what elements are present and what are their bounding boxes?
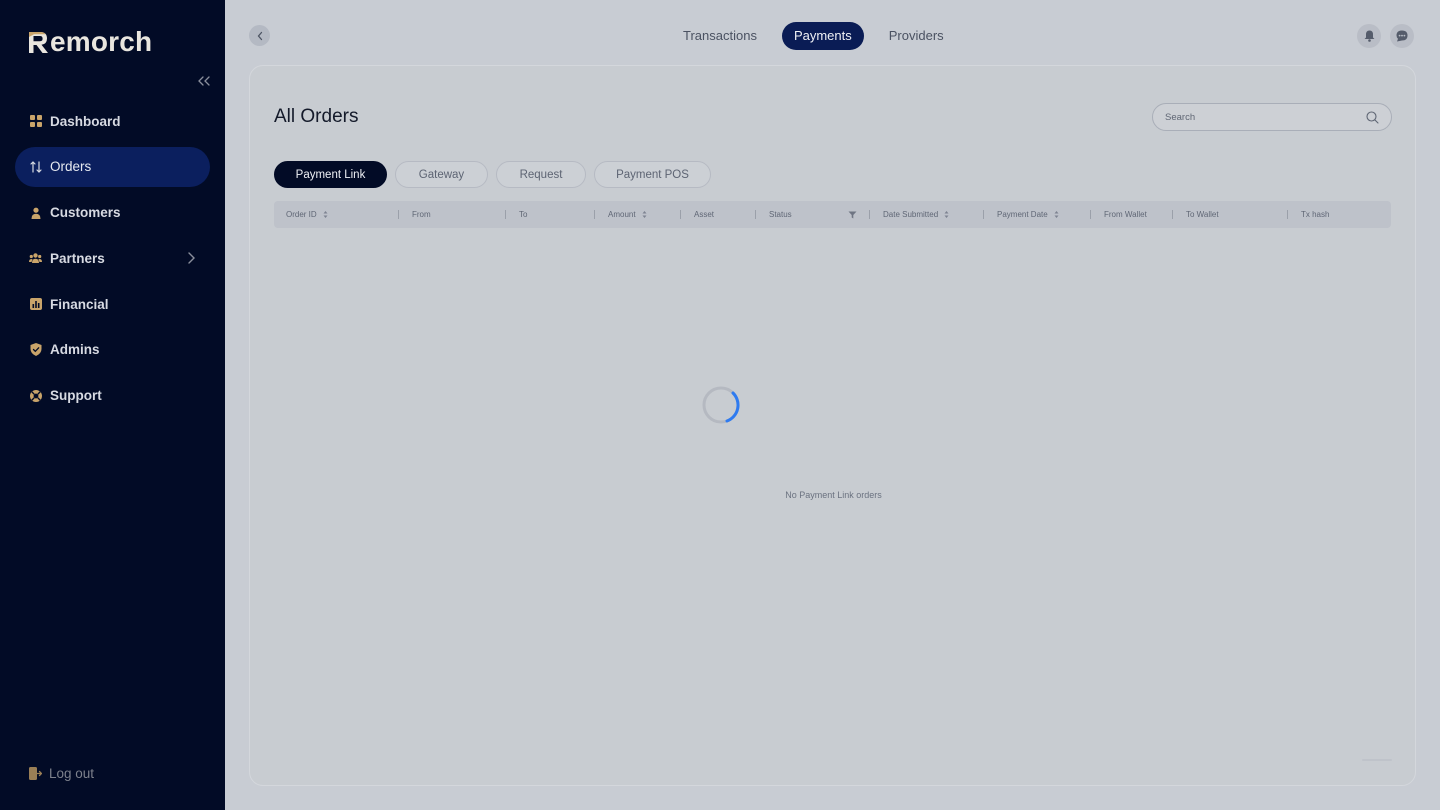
- order-type-tabs: Payment Link Gateway Request Payment POS: [274, 161, 719, 188]
- column-tx-hash: Tx hash: [1301, 201, 1329, 228]
- column-order-id[interactable]: Order ID: [286, 201, 328, 228]
- bell-icon: [1364, 30, 1374, 42]
- top-tabs: Transactions Payments Providers: [670, 22, 957, 50]
- column-label: Amount: [608, 210, 636, 219]
- tab-payment-link[interactable]: Payment Link: [274, 161, 387, 188]
- sidebar-item-support[interactable]: Support: [15, 376, 210, 416]
- column-label: To: [519, 210, 528, 219]
- search-icon[interactable]: [1366, 110, 1379, 124]
- user-icon: [29, 206, 42, 219]
- logout-label: Log out: [49, 766, 95, 781]
- sort-icon[interactable]: [944, 210, 949, 219]
- sidebar-item-label: Financial: [50, 296, 109, 312]
- chevron-right-icon: [188, 252, 195, 265]
- back-button[interactable]: [249, 25, 270, 46]
- column-label: Payment Date: [997, 210, 1048, 219]
- search-input[interactable]: [1165, 111, 1366, 123]
- sidebar-item-label: Support: [50, 388, 102, 404]
- arrows-updown-icon: [29, 160, 42, 173]
- orders-card: All Orders Payment Link Gateway Request …: [249, 65, 1416, 786]
- logo[interactable]: emorch: [27, 27, 152, 57]
- sort-icon[interactable]: [323, 210, 328, 219]
- chart-icon: [29, 298, 42, 311]
- sidebar-item-financial[interactable]: Financial: [15, 284, 210, 324]
- column-label: From: [412, 210, 431, 219]
- logo-mark-icon: [29, 32, 48, 53]
- column-to-wallet: To Wallet: [1186, 201, 1219, 228]
- filter-icon[interactable]: [848, 211, 857, 219]
- sidebar-item-label: Orders: [50, 159, 92, 175]
- sort-icon[interactable]: [642, 210, 647, 219]
- sidebar-item-label: Admins: [50, 342, 100, 358]
- sidebar-item-orders[interactable]: Orders: [15, 146, 210, 187]
- sidebar-item-label: Partners: [50, 250, 105, 266]
- column-payment-date[interactable]: Payment Date: [997, 201, 1059, 228]
- tab-payments[interactable]: Payments: [781, 22, 864, 50]
- shield-icon: [29, 343, 42, 357]
- column-divider: [398, 210, 399, 219]
- tab-transactions[interactable]: Transactions: [670, 22, 770, 50]
- chevron-left-icon: [257, 31, 262, 40]
- column-date-submitted[interactable]: Date Submitted: [883, 201, 949, 228]
- search-box: [1152, 103, 1392, 131]
- table-header: Order ID From To Amount Asset Status Dat…: [274, 201, 1391, 228]
- column-from-wallet: From Wallet: [1104, 201, 1147, 228]
- column-label: Status: [769, 210, 792, 219]
- column-divider: [1172, 210, 1173, 219]
- column-from: From: [412, 201, 431, 228]
- sort-icon[interactable]: [1054, 210, 1059, 219]
- loading-spinner-icon: [702, 386, 740, 424]
- messages-button[interactable]: [1390, 24, 1414, 48]
- sidebar-item-dashboard[interactable]: Dashboard: [15, 101, 210, 141]
- users-icon: [29, 252, 42, 265]
- sidebar-item-label: Dashboard: [50, 113, 121, 129]
- empty-state-message: No Payment Link orders: [785, 490, 882, 500]
- column-label: Date Submitted: [883, 210, 939, 219]
- notifications-button[interactable]: [1357, 24, 1381, 48]
- column-label: To Wallet: [1186, 210, 1219, 219]
- collapse-sidebar-button[interactable]: [195, 73, 213, 89]
- column-label: From Wallet: [1104, 210, 1147, 219]
- chat-icon: [1396, 30, 1408, 42]
- tab-gateway[interactable]: Gateway: [395, 161, 488, 188]
- column-amount[interactable]: Amount: [608, 201, 647, 228]
- column-label: Asset: [694, 210, 715, 219]
- sidebar-item-label: Customers: [50, 205, 121, 221]
- logout-button[interactable]: Log out: [29, 766, 94, 781]
- tab-request[interactable]: Request: [496, 161, 586, 188]
- double-chevron-left-icon: [198, 76, 210, 86]
- grid-icon: [29, 115, 42, 128]
- column-divider: [505, 210, 506, 219]
- tab-payment-pos[interactable]: Payment POS: [594, 161, 711, 188]
- column-divider: [1090, 210, 1091, 219]
- sidebar-item-admins[interactable]: Admins: [15, 330, 210, 370]
- column-divider: [869, 210, 870, 219]
- sidebar: emorch Dashboard Orders Customers Partne…: [0, 0, 225, 810]
- column-status[interactable]: Status: [769, 201, 857, 228]
- tab-providers[interactable]: Providers: [876, 22, 957, 50]
- column-asset: Asset: [694, 201, 714, 228]
- column-divider: [755, 210, 756, 219]
- column-divider: [680, 210, 681, 219]
- page-title: All Orders: [274, 106, 359, 127]
- sidebar-item-customers[interactable]: Customers: [15, 193, 210, 233]
- column-to: To: [519, 201, 527, 228]
- column-divider: [1287, 210, 1288, 219]
- pagination-placeholder: [1362, 759, 1392, 761]
- sidebar-nav: Dashboard Orders Customers Partners Fina…: [15, 101, 210, 422]
- lifebuoy-icon: [29, 389, 42, 402]
- column-divider: [594, 210, 595, 219]
- column-divider: [983, 210, 984, 219]
- column-label: Order ID: [286, 210, 317, 219]
- logout-icon: [29, 767, 42, 780]
- brand-name: emorch: [50, 26, 153, 57]
- column-label: Tx hash: [1301, 210, 1330, 219]
- sidebar-item-partners[interactable]: Partners: [15, 238, 210, 278]
